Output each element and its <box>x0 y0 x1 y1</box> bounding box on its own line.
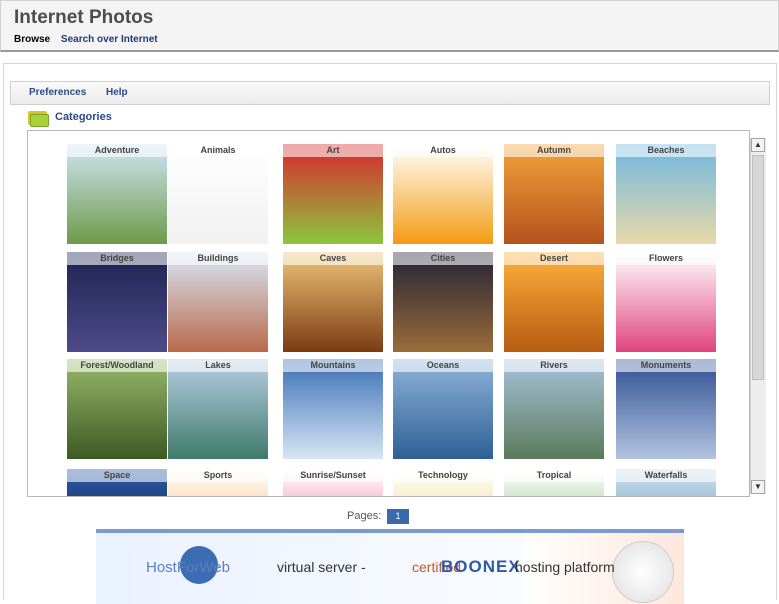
category-thumbnail[interactable] <box>504 144 604 244</box>
category-tile[interactable]: Waterfalls <box>616 469 716 496</box>
category-tile[interactable]: Sports <box>168 469 268 496</box>
category-thumbnail[interactable] <box>393 359 493 459</box>
category-label[interactable]: Art <box>283 144 383 157</box>
category-gallery: Adventure Animals Art Autos Autumn Beaches Bri… <box>27 130 750 497</box>
category-label[interactable]: Desert <box>504 252 604 265</box>
scroll-up-icon[interactable]: ▲ <box>751 138 765 152</box>
category-label[interactable]: Rivers <box>504 359 604 372</box>
category-tile[interactable]: Tropical <box>504 469 604 496</box>
category-thumbnail[interactable] <box>283 252 383 352</box>
category-label[interactable]: Beaches <box>616 144 716 157</box>
menu-help[interactable]: Help <box>106 87 128 98</box>
category-tile[interactable]: Cities <box>393 252 493 352</box>
category-tile[interactable]: Lakes <box>168 359 268 459</box>
category-thumbnail[interactable] <box>67 359 167 459</box>
category-thumbnail[interactable] <box>504 359 604 459</box>
category-label[interactable]: Adventure <box>67 144 167 157</box>
category-thumbnail[interactable] <box>168 144 268 244</box>
category-thumbnail[interactable] <box>616 252 716 352</box>
category-tile[interactable]: Flowers <box>616 252 716 352</box>
category-tile[interactable]: Adventure <box>67 144 167 244</box>
category-label[interactable]: Waterfalls <box>616 469 716 482</box>
category-tile[interactable]: Monuments <box>616 359 716 459</box>
banner-brand: HostForWeb <box>146 559 230 576</box>
category-thumbnail[interactable] <box>283 359 383 459</box>
scroll-thumb[interactable] <box>752 155 764 380</box>
category-label[interactable]: Autos <box>393 144 493 157</box>
category-thumbnail[interactable] <box>67 144 167 244</box>
category-label[interactable]: Animals <box>168 144 268 157</box>
gallery-scrollbar[interactable]: ▲ ▼ <box>750 138 766 494</box>
category-label[interactable]: Oceans <box>393 359 493 372</box>
category-tile[interactable]: Bridges <box>67 252 167 352</box>
category-thumbnail[interactable] <box>393 144 493 244</box>
banner-text-1: virtual server - <box>277 559 366 575</box>
category-tile[interactable]: Buildings <box>168 252 268 352</box>
category-tile[interactable]: Oceans <box>393 359 493 459</box>
scroll-down-icon[interactable]: ▼ <box>751 480 765 494</box>
category-label[interactable]: Space <box>67 469 167 482</box>
category-tile[interactable]: Sunrise/Sunset <box>283 469 383 496</box>
nav-browse[interactable]: Browse <box>14 34 50 45</box>
top-nav: Browse Search over Internet <box>14 34 166 45</box>
category-label[interactable]: Autumn <box>504 144 604 157</box>
category-tile[interactable]: Caves <box>283 252 383 352</box>
category-tile[interactable]: Autumn <box>504 144 604 244</box>
category-label[interactable]: Technology <box>393 469 493 482</box>
app-title: Internet Photos <box>14 7 154 28</box>
category-tile[interactable]: Rivers <box>504 359 604 459</box>
category-tile[interactable]: Autos <box>393 144 493 244</box>
category-tile[interactable]: Space <box>67 469 167 496</box>
menu-preferences[interactable]: Preferences <box>29 87 86 98</box>
category-tile[interactable]: Technology <box>393 469 493 496</box>
category-thumbnail[interactable] <box>616 144 716 244</box>
category-label[interactable]: Sunrise/Sunset <box>283 469 383 482</box>
category-label[interactable]: Monuments <box>616 359 716 372</box>
pages-label: Pages: <box>347 510 382 522</box>
nav-search-internet[interactable]: Search over Internet <box>61 34 158 45</box>
server-vent-icon <box>612 541 674 603</box>
category-tile[interactable]: Desert <box>504 252 604 352</box>
category-tile[interactable]: Animals <box>168 144 268 244</box>
category-thumbnail[interactable] <box>283 144 383 244</box>
category-label[interactable]: Mountains <box>283 359 383 372</box>
category-label[interactable]: Flowers <box>616 252 716 265</box>
category-tile[interactable]: Beaches <box>616 144 716 244</box>
category-tile[interactable]: Art <box>283 144 383 244</box>
category-thumbnail[interactable] <box>393 252 493 352</box>
category-thumbnail[interactable] <box>616 359 716 459</box>
category-thumbnail[interactable] <box>168 359 268 459</box>
category-label[interactable]: Caves <box>283 252 383 265</box>
banner-text-3: hosting platform <box>515 559 615 575</box>
category-label[interactable]: Cities <box>393 252 493 265</box>
page-1-button[interactable]: 1 <box>387 509 409 524</box>
category-label[interactable]: Buildings <box>168 252 268 265</box>
category-label[interactable]: Bridges <box>67 252 167 265</box>
category-thumbnail[interactable] <box>168 252 268 352</box>
app-header: Internet Photos Browse Search over Inter… <box>0 0 779 52</box>
category-label[interactable]: Sports <box>168 469 268 482</box>
category-label[interactable]: Lakes <box>168 359 268 372</box>
banner-brand-2: BOONEX <box>441 557 521 576</box>
category-label[interactable]: Forest/Woodland <box>67 359 167 372</box>
category-thumbnail[interactable] <box>504 252 604 352</box>
category-tile[interactable]: Forest/Woodland <box>67 359 167 459</box>
ad-banner[interactable]: HostForWeb virtual server - certified BO… <box>96 529 684 604</box>
category-thumbnail[interactable] <box>67 252 167 352</box>
folder-icon <box>28 109 49 127</box>
menu-bar: Preferences Help <box>10 81 770 105</box>
category-tile[interactable]: Mountains <box>283 359 383 459</box>
category-label[interactable]: Tropical <box>504 469 604 482</box>
categories-title: Categories <box>55 111 112 123</box>
